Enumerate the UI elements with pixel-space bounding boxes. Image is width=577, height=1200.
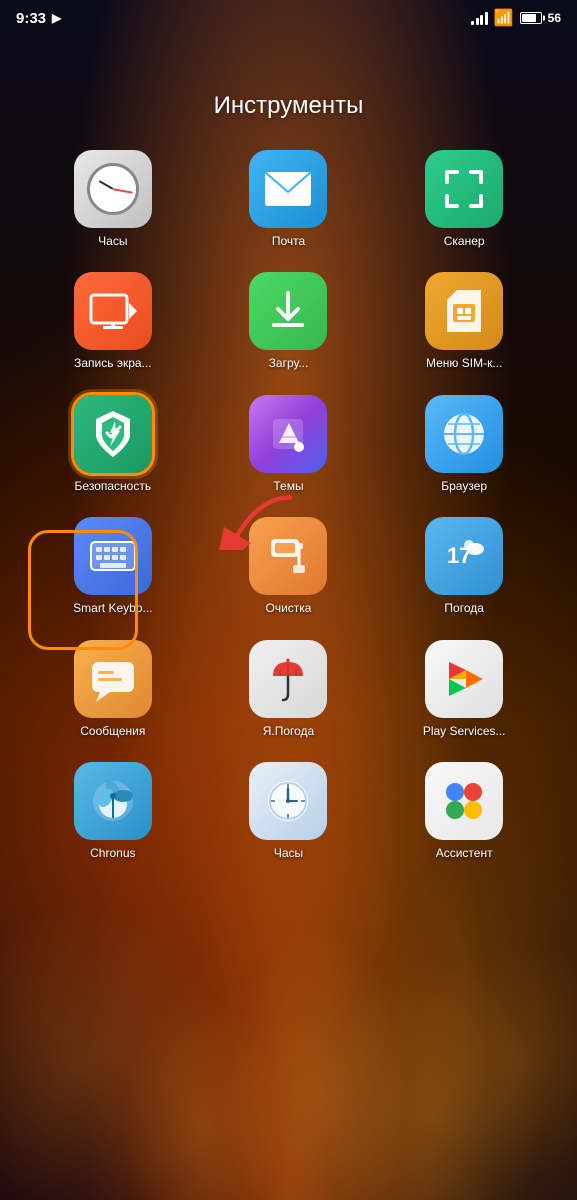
- app-label-clock2: Часы: [274, 846, 303, 860]
- app-label-assistant: Ассистент: [436, 846, 493, 860]
- themes-icon: [249, 395, 327, 473]
- app-label-scanner: Сканер: [444, 234, 485, 248]
- messages-icon: [74, 640, 152, 718]
- scanner-icon: [425, 150, 503, 228]
- time-display: 9:33: [16, 10, 46, 27]
- app-label-download: Загру...: [269, 356, 309, 370]
- app-chronus[interactable]: Chronus: [30, 762, 196, 860]
- status-bar: 9:33 ▶ 📶 56: [0, 0, 577, 32]
- weather-icon: 17°: [425, 517, 503, 595]
- app-yaweather[interactable]: Я.Погода: [206, 640, 372, 738]
- screenrecord-icon: [74, 272, 152, 350]
- battery-indicator: 56: [520, 11, 561, 25]
- security-icon: [74, 395, 152, 473]
- app-clock2[interactable]: Часы: [206, 762, 372, 860]
- security-highlight-box: [28, 530, 138, 650]
- app-mail[interactable]: Почта: [206, 150, 372, 248]
- app-screenrecord[interactable]: Запись экра...: [30, 272, 196, 370]
- app-label-browser: Браузер: [441, 479, 487, 493]
- playservices-icon: [425, 640, 503, 718]
- status-left: 9:33 ▶: [16, 10, 61, 27]
- clock2-icon: [249, 762, 327, 840]
- signal-icon: [471, 11, 488, 25]
- app-label-weather: Погода: [444, 601, 484, 615]
- sim-icon: [425, 272, 503, 350]
- app-security[interactable]: Безопасность: [30, 395, 196, 493]
- app-clock[interactable]: Часы: [30, 150, 196, 248]
- app-label-security: Безопасность: [75, 479, 152, 493]
- mail-icon: [249, 150, 327, 228]
- app-browser[interactable]: Браузер: [381, 395, 547, 493]
- app-messages[interactable]: Сообщения: [30, 640, 196, 738]
- app-assistant[interactable]: Ассистент: [381, 762, 547, 860]
- app-label-messages: Сообщения: [80, 724, 145, 738]
- wifi-icon: 📶: [494, 8, 514, 28]
- app-label-yaweather: Я.Погода: [263, 724, 315, 738]
- app-sim[interactable]: Меню SIM-к...: [381, 272, 547, 370]
- status-right: 📶 56: [471, 8, 561, 28]
- app-themes[interactable]: Темы: [206, 395, 372, 493]
- app-label-sim: Меню SIM-к...: [426, 356, 502, 370]
- assistant-icon: [425, 762, 503, 840]
- app-label-screenrecord: Запись экра...: [74, 356, 151, 370]
- app-download[interactable]: Загру...: [206, 272, 372, 370]
- battery-level: 56: [548, 11, 561, 25]
- app-label-clock: Часы: [98, 234, 127, 248]
- chronus-icon: [74, 762, 152, 840]
- yaweather-icon: [249, 640, 327, 718]
- red-arrow: [200, 490, 320, 550]
- folder-title: Инструменты: [0, 92, 577, 120]
- app-label-playservices: Play Services...: [423, 724, 506, 738]
- app-weather[interactable]: 17° Погода: [381, 517, 547, 615]
- app-playservices[interactable]: Play Services...: [381, 640, 547, 738]
- clock-icon: [74, 150, 152, 228]
- download-icon: [249, 272, 327, 350]
- app-label-chronus: Chronus: [90, 846, 135, 860]
- app-label-cleaner: Очистка: [266, 601, 312, 615]
- app-label-mail: Почта: [272, 234, 305, 248]
- app-scanner[interactable]: Сканер: [381, 150, 547, 248]
- notification-icon: ▶: [52, 11, 61, 25]
- browser-icon: [425, 395, 503, 473]
